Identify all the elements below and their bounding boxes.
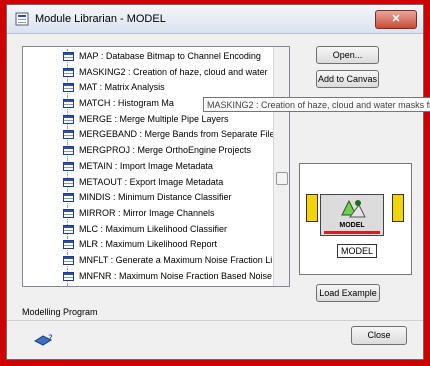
module-item-label: MERGE : Merge Multiple Pipe Layers xyxy=(79,113,229,124)
module-librarian-window: Module Librarian - MODEL ✕ MAP : Databas… xyxy=(6,4,430,360)
module-item-label: MAT : Matrix Analysis xyxy=(79,82,165,93)
input-port-icon xyxy=(306,194,318,222)
module-icon xyxy=(63,224,74,234)
module-list-item[interactable]: MERGPROJ : Merge OrthoEngine Projects xyxy=(23,143,274,159)
add-to-canvas-button[interactable]: Add to Canvas xyxy=(316,70,379,88)
svg-text:?: ? xyxy=(48,334,53,344)
module-list-item[interactable]: MERGE : Merge Multiple Pipe Layers xyxy=(23,111,274,128)
model-icon xyxy=(341,199,366,218)
module-icon xyxy=(63,146,74,156)
module-icon xyxy=(63,177,74,187)
module-item-label: MIRROR : Mirror Image Channels xyxy=(79,207,215,218)
module-item-label: MLR : Maximum Likelihood Report xyxy=(79,239,218,250)
module-icon xyxy=(63,99,74,109)
module-list-item[interactable]: MAT : Matrix Analysis xyxy=(23,80,274,97)
module-list-item[interactable]: MODEL : Modelling Program xyxy=(23,284,274,287)
module-icon xyxy=(63,271,74,281)
module-icon xyxy=(63,240,74,250)
module-list-item[interactable]: MINDIS : Minimum Distance Classifier xyxy=(23,190,274,206)
module-item-label: MERGEBAND : Merge Bands from Separate Fi… xyxy=(79,129,274,140)
module-list-item[interactable]: MAP : Database Bitmap to Channel Encodin… xyxy=(23,49,274,65)
module-caption: MODEL xyxy=(337,244,377,258)
module-item-label: MASKING2 : Creation of haze, cloud and w… xyxy=(79,66,268,77)
status-text: Modelling Program xyxy=(22,307,98,317)
module-list-item[interactable]: MNFLT : Generate a Maximum Noise Fractio… xyxy=(23,252,274,269)
module-icon xyxy=(63,193,74,203)
module-item-label: MODEL : Modelling Program xyxy=(79,286,198,287)
module-item-label: MERGPROJ : Merge OrthoEngine Projects xyxy=(79,145,252,156)
window-close-button[interactable]: ✕ xyxy=(375,10,417,29)
module-item-label: MATCH : Histogram Ma xyxy=(79,98,174,109)
module-list-item[interactable]: MERGEBAND : Merge Bands from Separate Fi… xyxy=(23,127,274,144)
module-item-label: METAIN : Import Image Metadata xyxy=(79,160,213,171)
module-list-items: MAP : Database Bitmap to Channel Encodin… xyxy=(23,49,274,287)
load-example-button[interactable]: Load Example xyxy=(316,284,380,302)
module-icon xyxy=(63,83,74,93)
tooltip: MASKING2 : Creation of haze, cloud and w… xyxy=(203,97,430,112)
module-list-item[interactable]: MLC : Maximum Likelihood Classifier xyxy=(23,221,274,238)
module-status-bar xyxy=(324,231,380,234)
module-name: MODEL xyxy=(339,222,365,229)
module-list-item[interactable]: MNFNR : Maximum Noise Fraction Based Noi… xyxy=(23,268,274,285)
module-list-item[interactable]: METAIN : Import Image Metadata xyxy=(23,158,274,175)
module-list-item[interactable]: MIRROR : Mirror Image Channels xyxy=(23,205,274,222)
module-list[interactable]: MAP : Database Bitmap to Channel Encodin… xyxy=(22,46,290,287)
module-icon xyxy=(63,114,74,124)
window-title: Module Librarian - MODEL xyxy=(35,13,166,25)
module-icon xyxy=(63,208,74,218)
module-item-label: MNFLT : Generate a Maximum Noise Fractio… xyxy=(79,254,273,265)
close-button[interactable]: Close xyxy=(351,326,407,345)
module-icon xyxy=(63,67,74,77)
module-list-item[interactable]: METAOUT : Export Image Metadata xyxy=(23,174,274,191)
module-list-item[interactable]: MLR : Maximum Likelihood Report xyxy=(23,237,274,253)
module-icon xyxy=(63,161,74,171)
help-book-icon[interactable]: ? xyxy=(33,331,55,347)
module-item-label: MINDIS : Minimum Distance Classifier xyxy=(79,192,232,203)
module-icon xyxy=(63,130,74,140)
separator xyxy=(7,320,423,321)
title-bar: Module Librarian - MODEL ✕ xyxy=(7,5,423,34)
module-icon xyxy=(63,255,74,265)
output-port-icon xyxy=(392,194,404,222)
module-preview: MODEL MODEL xyxy=(299,163,412,275)
open-button[interactable]: Open... xyxy=(316,46,379,64)
module-list-scrollbar[interactable] xyxy=(273,47,289,286)
module-item-label: MNFNR : Maximum Noise Fraction Based Noi… xyxy=(79,270,273,281)
module-list-item[interactable]: MASKING2 : Creation of haze, cloud and w… xyxy=(23,64,274,81)
module-item-label: MAP : Database Bitmap to Channel Encodin… xyxy=(79,51,261,61)
module-librarian-icon xyxy=(15,12,29,26)
scrollbar-thumb[interactable] xyxy=(276,172,288,185)
tree-line xyxy=(67,284,69,286)
module-item-label: MLC : Maximum Likelihood Classifier xyxy=(79,223,228,234)
module-graphic: MODEL xyxy=(320,194,384,236)
module-item-label: METAOUT : Export Image Metadata xyxy=(79,176,224,187)
module-icon xyxy=(63,52,74,61)
